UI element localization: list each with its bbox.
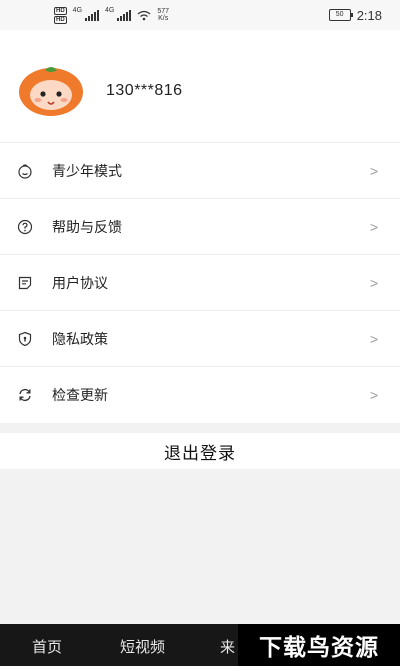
signal-icon-2 <box>117 9 132 21</box>
menu-item-privacy-policy[interactable]: 隐私政策 > <box>0 310 400 366</box>
speed-value: 577 <box>157 8 170 15</box>
menu-item-label: 隐私政策 <box>52 330 108 347</box>
signal-icon <box>85 9 100 21</box>
battery-icon: 50 <box>328 9 353 21</box>
chevron-right-icon: > <box>369 274 378 291</box>
chevron-right-icon: > <box>369 218 378 235</box>
tab-home[interactable]: 首页 <box>32 636 62 657</box>
logout-button[interactable]: 退出登录 <box>0 433 400 469</box>
menu-item-label: 帮助与反馈 <box>52 218 122 235</box>
question-circle-icon <box>17 219 33 235</box>
menu-item-check-update[interactable]: 检查更新 > <box>0 366 400 422</box>
shield-icon <box>18 331 32 347</box>
document-icon <box>18 276 32 290</box>
child-face-icon <box>18 164 32 179</box>
chevron-right-icon: > <box>369 162 378 179</box>
clock: 2:18 <box>356 7 382 23</box>
wifi-icon <box>137 10 151 20</box>
chevron-right-icon: > <box>369 330 378 347</box>
menu-item-label: 用户协议 <box>52 274 108 291</box>
watermark-logo: 下载鸟资源 <box>238 624 400 666</box>
hd1-badge: HD <box>54 6 67 15</box>
refresh-icon <box>19 388 31 402</box>
status-right: 50 2:18 <box>328 7 382 23</box>
status-bar: HD HD 4G 4G 577 K/s 50 2:18 <box>0 0 400 30</box>
user-phone: 130***816 <box>106 82 183 99</box>
settings-card: 130***816 青少年模式 > 帮助与反馈 > 用户协议 > 隐私政策 > … <box>0 30 400 423</box>
network-speed: 577 K/s <box>157 8 169 22</box>
tab-short-video[interactable]: 短视频 <box>120 636 165 657</box>
menu-item-help-feedback[interactable]: 帮助与反馈 > <box>0 198 400 254</box>
menu-item-user-agreement[interactable]: 用户协议 > <box>0 254 400 310</box>
status-left: HD HD 4G 4G 577 K/s <box>54 6 169 24</box>
settings-menu: 青少年模式 > 帮助与反馈 > 用户协议 > 隐私政策 > 检查更新 > <box>0 142 400 422</box>
network-type-2: 4G <box>105 6 115 14</box>
menu-item-label: 青少年模式 <box>52 162 122 179</box>
orange-character-avatar-icon[interactable] <box>17 66 85 118</box>
chevron-right-icon: > <box>369 386 378 403</box>
tab-partial[interactable]: 来 <box>220 636 235 657</box>
network-type-1: 4G <box>72 6 83 14</box>
menu-item-teen-mode[interactable]: 青少年模式 > <box>0 142 400 198</box>
menu-item-label: 检查更新 <box>52 386 108 403</box>
profile-header[interactable]: 130***816 <box>0 30 400 142</box>
hd-indicator: HD HD <box>54 6 67 24</box>
speed-unit: K/s <box>158 15 169 22</box>
section-divider <box>0 423 400 433</box>
hd2-badge: HD <box>54 15 67 24</box>
